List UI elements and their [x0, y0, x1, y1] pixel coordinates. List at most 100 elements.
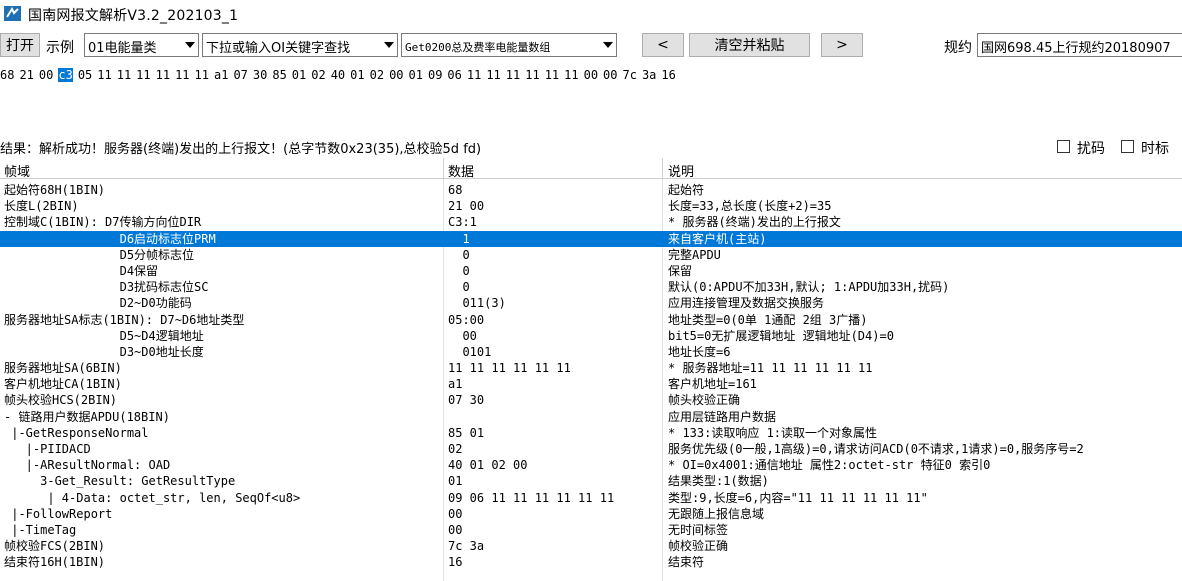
hex-byte[interactable]: 02: [370, 68, 384, 82]
cell-field: D6启动标志位PRM: [4, 231, 216, 246]
cell-field: 起始符68H(1BIN): [4, 183, 106, 197]
hex-byte[interactable]: 3a: [642, 68, 656, 82]
hex-byte[interactable]: 40: [331, 68, 345, 82]
cell-data: 00: [448, 328, 477, 343]
cell-desc: 服务优先级(0一般,1高级)=0,请求访问ACD(0不请求,1请求)=0,服务序…: [668, 442, 1084, 456]
table-row[interactable]: 服务器地址SA(6BIN) 11 11 11 11 11 11 * 服务器地址=11…: [0, 360, 1182, 376]
hex-byte[interactable]: 85: [272, 68, 286, 82]
table-row[interactable]: 帧校验FCS(2BIN) 7c 3a 帧校验正确: [0, 538, 1182, 554]
header-separator[interactable]: [443, 158, 444, 179]
timetag-checkbox-label: 时标: [1141, 141, 1169, 157]
table-row[interactable]: 结束符16H(1BIN) 16 结束符: [0, 554, 1182, 570]
header-field[interactable]: 帧域: [4, 161, 30, 180]
hex-byte[interactable]: 09: [428, 68, 442, 82]
hex-byte[interactable]: 16: [661, 68, 675, 82]
table-row[interactable]: 控制域C(1BIN): D7传输方向位DIR C3:1 * 服务器(终端)发出的上行…: [0, 214, 1182, 230]
grid-rows: 起始符68H(1BIN) 68 起始符 长度L(2BIN) 21 00 长度=33,总长度…: [0, 182, 1182, 571]
hex-byte[interactable]: 01: [350, 68, 364, 82]
cell-field: 服务器地址SA标志(1BIN): D7~D6地址类型: [4, 312, 245, 327]
prev-button[interactable]: <: [642, 33, 684, 57]
cell-field: D2~D0功能码: [4, 296, 192, 311]
header-data[interactable]: 数据: [448, 161, 474, 180]
oi-search-select[interactable]: 下拉或输入OI关键字查找: [202, 33, 398, 57]
hex-input[interactable]: 68 21 00 c3 05 11 11 11 11 11 11 a1 07 30 85 01 02 40 01 02…: [0, 68, 681, 84]
cell-data: 05:00: [448, 312, 485, 327]
hex-byte[interactable]: 11: [195, 68, 209, 82]
table-row[interactable]: | 4-Data: octet_str, len, SeqOf<u8> 09 06…: [0, 490, 1182, 506]
table-row[interactable]: D3扰码标志位SC 0 默认(0:APDU不加33H,默认; 1:APDU加33H…: [0, 279, 1182, 295]
cell-data: 011(3): [448, 296, 506, 311]
hex-byte[interactable]: 7c: [623, 68, 637, 82]
hex-byte[interactable]: 11: [467, 68, 481, 82]
clear-and-paste-button[interactable]: 清空并粘贴: [689, 33, 810, 57]
table-row[interactable]: 帧头校验HCS(2BIN) 07 30 帧头校验正确: [0, 392, 1182, 408]
table-row[interactable]: D5分帧标志位 0 完整APDU: [0, 247, 1182, 263]
hex-byte[interactable]: 11: [97, 68, 111, 82]
hex-byte[interactable]: 00: [389, 68, 403, 82]
hex-byte[interactable]: 11: [525, 68, 539, 82]
hex-byte[interactable]: 30: [253, 68, 267, 82]
hex-byte[interactable]: 11: [156, 68, 170, 82]
category-select[interactable]: 01电能量类: [84, 33, 199, 57]
table-row[interactable]: - 链路用户数据APDU(18BIN) 应用层链路用户数据: [0, 409, 1182, 425]
chevron-down-icon[interactable]: [380, 34, 397, 56]
hex-byte[interactable]: 11: [486, 68, 500, 82]
hex-byte[interactable]: 00: [584, 68, 598, 82]
cell-desc: 客户机地址=161: [668, 377, 757, 392]
hex-byte[interactable]: 06: [447, 68, 461, 82]
oi-search-select-value: 下拉或输入OI关键字查找: [206, 41, 351, 56]
hex-byte[interactable]: 11: [117, 68, 131, 82]
cell-data: 07 30: [448, 393, 485, 408]
table-row[interactable]: |-GetResponseNormal 85 01 * 133:读取响应 1:读取一…: [0, 425, 1182, 441]
cell-field: 3-Get_Result: GetResultType: [4, 474, 236, 489]
hex-byte[interactable]: c3: [58, 68, 73, 82]
protocol-select[interactable]: 国网698.45上行规约20180907: [977, 33, 1182, 57]
table-row[interactable]: 3-Get_Result: GetResultType 01 结果类型:1(数据): [0, 473, 1182, 489]
table-row[interactable]: |-PIIDACD 02 服务优先级(0一般,1高级)=0,请求访问ACD(0不请求…: [0, 441, 1182, 457]
table-row[interactable]: D5~D4逻辑地址 00 bit5=0无扩展逻辑地址 逻辑地址(D4)=0: [0, 328, 1182, 344]
table-row[interactable]: 服务器地址SA标志(1BIN): D7~D6地址类型 05:00 地址类型=0(0单…: [0, 312, 1182, 328]
table-row[interactable]: 客户机地址CA(1BIN) a1 客户机地址=161: [0, 376, 1182, 392]
hex-byte[interactable]: 68: [0, 68, 14, 82]
cell-desc: * 133:读取响应 1:读取一个对象属性: [668, 425, 878, 440]
chevron-down-icon[interactable]: [181, 34, 198, 56]
scramble-checkbox[interactable]: [1057, 140, 1070, 153]
hex-byte[interactable]: 07: [233, 68, 247, 82]
hex-byte[interactable]: 01: [292, 68, 306, 82]
table-row[interactable]: D2~D0功能码 011(3) 应用连接管理及数据交换服务: [0, 295, 1182, 311]
hex-byte[interactable]: 00: [39, 68, 53, 82]
table-row[interactable]: D3~D0地址长度 0101 地址长度=6: [0, 344, 1182, 360]
cell-desc: 起始符: [668, 183, 705, 197]
table-row[interactable]: D6启动标志位PRM 1 来自客户机(主站): [0, 230, 1182, 247]
table-row[interactable]: |-AResultNormal: OAD 40 01 02 00 * OI=0x40…: [0, 457, 1182, 473]
hex-byte[interactable]: 01: [409, 68, 423, 82]
timetag-checkbox[interactable]: [1121, 140, 1134, 153]
hex-byte[interactable]: 11: [506, 68, 520, 82]
cell-data: a1: [448, 377, 463, 392]
header-desc[interactable]: 说明: [668, 161, 694, 180]
table-row[interactable]: D4保留 0 保留: [0, 263, 1182, 279]
cell-data: 0101: [448, 344, 492, 359]
cell-field: 帧校验FCS(2BIN): [4, 539, 106, 554]
cell-field: D4保留: [4, 263, 159, 278]
item-select[interactable]: Get0200总及费率电能量数组: [401, 33, 617, 57]
parse-result-text: 结果：解析成功！服务器(终端)发出的上行报文！(总字节数0x23(35),总校验…: [0, 142, 482, 157]
hex-byte[interactable]: 11: [564, 68, 578, 82]
hex-byte[interactable]: 00: [603, 68, 617, 82]
table-row[interactable]: |-FollowReport 00 无跟随上报信息域: [0, 506, 1182, 522]
hex-byte[interactable]: 21: [19, 68, 33, 82]
cell-data: 0: [448, 280, 470, 295]
table-row[interactable]: 长度L(2BIN) 21 00 长度=33,总长度(长度+2)=35: [0, 198, 1182, 214]
hex-byte[interactable]: 11: [545, 68, 559, 82]
chevron-down-icon[interactable]: [599, 34, 616, 56]
hex-byte[interactable]: a1: [214, 68, 228, 82]
table-row[interactable]: |-TimeTag 00 无时间标签: [0, 522, 1182, 538]
hex-byte[interactable]: 05: [78, 68, 92, 82]
hex-byte[interactable]: 11: [175, 68, 189, 82]
open-button[interactable]: 打开: [0, 33, 40, 57]
table-row[interactable]: 起始符68H(1BIN) 68 起始符: [0, 182, 1182, 198]
hex-byte[interactable]: 02: [311, 68, 325, 82]
next-button[interactable]: >: [821, 33, 863, 57]
hex-byte[interactable]: 11: [136, 68, 150, 82]
header-separator[interactable]: [662, 158, 663, 179]
